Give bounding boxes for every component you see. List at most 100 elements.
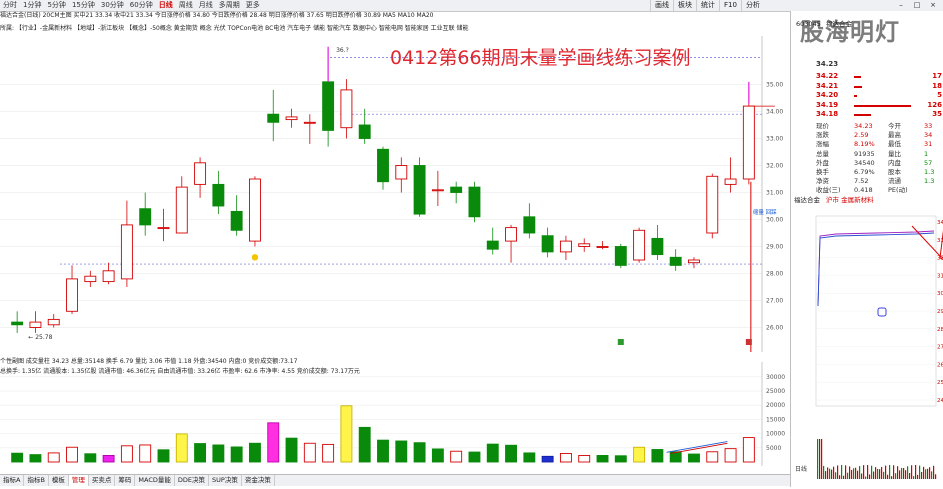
candle-body[interactable]	[340, 89, 353, 129]
candle-body[interactable]	[66, 278, 78, 312]
volume-bar[interactable]	[139, 444, 152, 463]
candle-body[interactable]	[742, 105, 755, 180]
period-tab-3[interactable]: 15分钟	[69, 0, 98, 11]
period-tab-8[interactable]: 月线	[196, 0, 216, 11]
period-tab-2[interactable]: 5分钟	[44, 0, 68, 11]
candle-body[interactable]	[102, 270, 115, 283]
bottom-tab-8[interactable]: SUP决策	[209, 475, 242, 486]
tool-3[interactable]: F10	[719, 0, 741, 11]
tool-4[interactable]: 分析	[740, 0, 764, 11]
close-icon[interactable]: ×	[925, 0, 941, 11]
candle-body[interactable]	[157, 227, 170, 230]
volume-bar[interactable]	[450, 450, 463, 463]
candle-body[interactable]	[303, 121, 316, 124]
volume-bar[interactable]	[614, 455, 627, 463]
candle-body[interactable]	[614, 246, 627, 266]
volume-bar[interactable]	[706, 451, 719, 463]
volume-chart[interactable]: 30000 25000 20000 15000 10000 5000	[0, 362, 790, 466]
candle-body[interactable]	[523, 216, 536, 234]
candle-body[interactable]	[395, 165, 408, 180]
bottom-tab-3[interactable]: 管理	[68, 475, 89, 486]
maximize-icon[interactable]: □	[909, 0, 925, 11]
volume-bar[interactable]	[267, 422, 280, 463]
volume-bar[interactable]	[66, 446, 78, 463]
volume-bar[interactable]	[102, 455, 115, 463]
volume-bar[interactable]	[523, 452, 536, 463]
bottom-tab-6[interactable]: MACD量能	[135, 475, 175, 486]
period-tab-7[interactable]: 周线	[176, 0, 196, 11]
period-tab-4[interactable]: 30分钟	[98, 0, 127, 11]
volume-bar[interactable]	[358, 426, 371, 463]
candle-body[interactable]	[84, 275, 97, 283]
volume-bar[interactable]	[395, 440, 408, 463]
volume-bar[interactable]	[468, 451, 481, 463]
candle-body[interactable]	[175, 186, 188, 234]
volume-bar[interactable]	[377, 439, 389, 463]
candle-body[interactable]	[29, 321, 42, 328]
volume-bar[interactable]	[688, 453, 700, 463]
bottom-tab-5[interactable]: 筹码	[115, 475, 136, 486]
volume-bar[interactable]	[651, 449, 664, 463]
volume-bar[interactable]	[47, 452, 60, 463]
candle-body[interactable]	[505, 227, 517, 242]
volume-bar[interactable]	[505, 444, 517, 463]
period-tab-9[interactable]: 多周期	[216, 0, 243, 11]
candle-body[interactable]	[212, 183, 225, 207]
candle-body[interactable]	[559, 240, 572, 253]
bottom-tab-0[interactable]: 指标A	[0, 475, 25, 486]
candle-body[interactable]	[194, 162, 207, 185]
volume-bar[interactable]	[194, 443, 207, 463]
candle-body[interactable]	[249, 178, 261, 242]
period-tab-6[interactable]: 日线	[156, 0, 176, 11]
bottom-tab-2[interactable]: 模板	[49, 475, 69, 486]
candle-body[interactable]	[120, 224, 133, 280]
candle-body[interactable]	[450, 186, 463, 193]
volume-bar[interactable]	[340, 405, 353, 463]
candle-body[interactable]	[633, 229, 646, 261]
bottom-tab-4[interactable]: 买卖点	[89, 475, 116, 486]
bottom-tab-9[interactable]: 资金决策	[242, 475, 275, 486]
volume-bar[interactable]	[633, 446, 646, 463]
candle-body[interactable]	[651, 237, 664, 256]
volume-bar[interactable]	[249, 442, 261, 463]
volume-bar[interactable]	[11, 452, 24, 463]
volume-bar[interactable]	[724, 448, 737, 463]
volume-bar[interactable]	[742, 437, 755, 463]
candle-body[interactable]	[688, 259, 700, 264]
candle-body[interactable]	[230, 210, 243, 231]
candle-body[interactable]	[431, 189, 444, 192]
candle-body[interactable]	[139, 208, 152, 226]
volume-bar[interactable]	[431, 448, 444, 463]
volume-bar[interactable]	[486, 443, 499, 463]
candle-body[interactable]	[285, 116, 298, 121]
volume-bar[interactable]	[541, 455, 554, 463]
volume-bar[interactable]	[29, 454, 42, 463]
tool-0[interactable]: 画线	[650, 0, 673, 11]
candle-body[interactable]	[267, 113, 280, 123]
candlestick-chart[interactable]: 35.00 34.00 33.00 32.00 31.00 30.00 29.00 28.00…	[0, 36, 790, 352]
period-tab-1[interactable]: 1分钟	[20, 0, 44, 11]
candle-body[interactable]	[541, 235, 554, 253]
volume-bar[interactable]	[578, 455, 591, 463]
minimize-icon[interactable]: –	[893, 0, 909, 11]
volume-bar[interactable]	[559, 453, 572, 463]
candle-body[interactable]	[358, 124, 371, 139]
period-tab-5[interactable]: 60分钟	[127, 0, 156, 11]
volume-bar[interactable]	[84, 453, 97, 463]
bottom-tab-1[interactable]: 指标B	[24, 475, 49, 486]
candle-body[interactable]	[413, 165, 426, 215]
candle-body[interactable]	[596, 246, 609, 248]
candle-body[interactable]	[322, 81, 335, 131]
candle-body[interactable]	[724, 178, 737, 185]
bottom-tab-7[interactable]: DDE决策	[175, 475, 210, 486]
volume-bar[interactable]	[285, 437, 298, 463]
volume-bar[interactable]	[303, 442, 316, 463]
tool-1[interactable]: 板块	[673, 0, 696, 11]
volume-bar[interactable]	[157, 449, 170, 463]
candle-body[interactable]	[47, 318, 60, 326]
candle-body[interactable]	[669, 256, 682, 266]
tool-2[interactable]: 统计	[696, 0, 719, 11]
period-tab-10[interactable]: 更多	[243, 0, 263, 11]
volume-bar[interactable]	[175, 433, 188, 463]
volume-bar[interactable]	[596, 455, 609, 463]
